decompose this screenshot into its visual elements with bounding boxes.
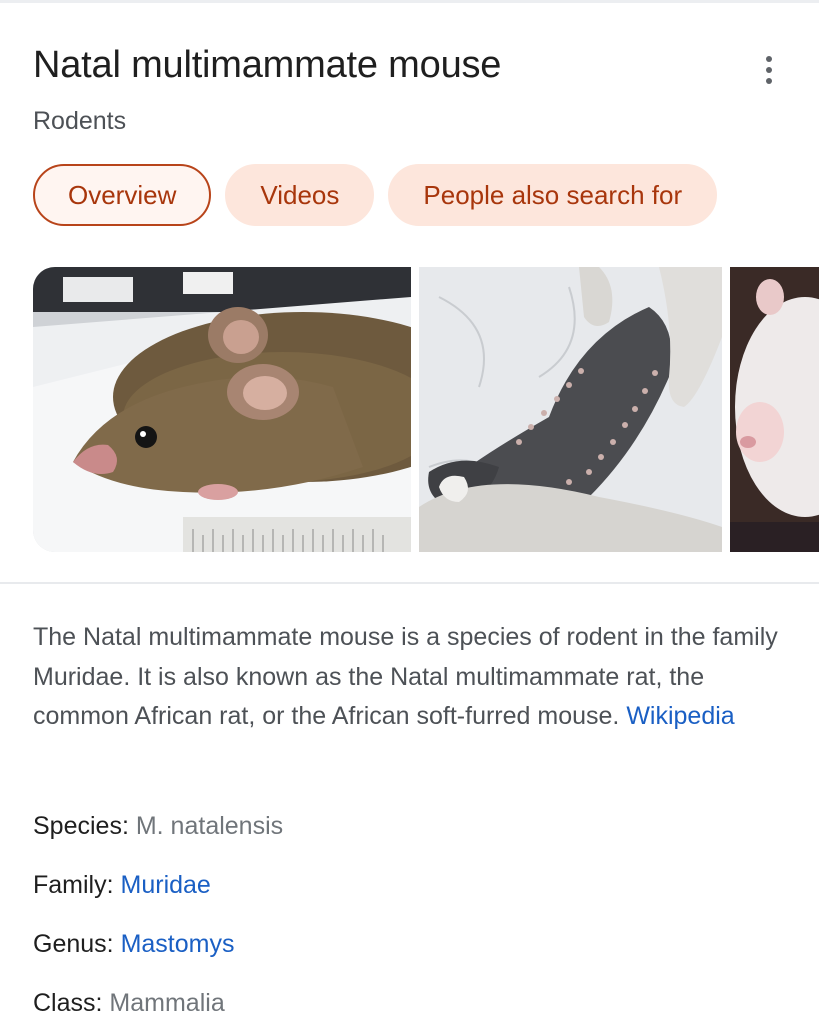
fact-label: Family: bbox=[33, 871, 114, 899]
fact-family: Family: Muridae bbox=[33, 871, 211, 900]
mouse-side-photo[interactable] bbox=[33, 267, 411, 552]
fact-value-link[interactable]: Mastomys bbox=[121, 930, 235, 958]
fact-value-link[interactable]: Muridae bbox=[121, 871, 211, 899]
fact-label: Species: bbox=[33, 812, 129, 840]
wikipedia-link[interactable]: Wikipedia bbox=[626, 702, 734, 730]
mouse-underside-photo[interactable] bbox=[419, 267, 722, 552]
image-carousel[interactable] bbox=[33, 267, 819, 552]
fact-label: Genus: bbox=[33, 930, 114, 958]
tab-bar: Overview Videos People also search for bbox=[33, 164, 718, 226]
section-divider bbox=[0, 582, 819, 584]
top-divider bbox=[0, 0, 819, 3]
fact-label: Class: bbox=[33, 989, 103, 1017]
tab-overview[interactable]: Overview bbox=[33, 164, 212, 226]
fact-value: M. natalensis bbox=[135, 812, 284, 840]
fact-class: Class: Mammalia bbox=[33, 989, 225, 1018]
page-title: Natal multimammate mouse bbox=[33, 44, 502, 86]
more-options-button[interactable] bbox=[755, 52, 783, 88]
more-vertical-icon bbox=[766, 56, 772, 62]
tab-people-also-search-for[interactable]: People also search for bbox=[388, 164, 718, 226]
more-vertical-icon-dot bbox=[766, 78, 772, 84]
tab-videos[interactable]: Videos bbox=[225, 164, 375, 226]
fact-value: Mammalia bbox=[109, 989, 225, 1017]
fact-species: Species: M. natalensis bbox=[33, 812, 283, 841]
white-mouse-photo[interactable] bbox=[730, 267, 819, 552]
page-subtitle: Rodents bbox=[33, 107, 127, 135]
fact-genus: Genus: Mastomys bbox=[33, 930, 234, 959]
description: The Natal multimammate mouse is a specie… bbox=[33, 618, 793, 737]
more-vertical-icon-dot bbox=[766, 67, 772, 73]
